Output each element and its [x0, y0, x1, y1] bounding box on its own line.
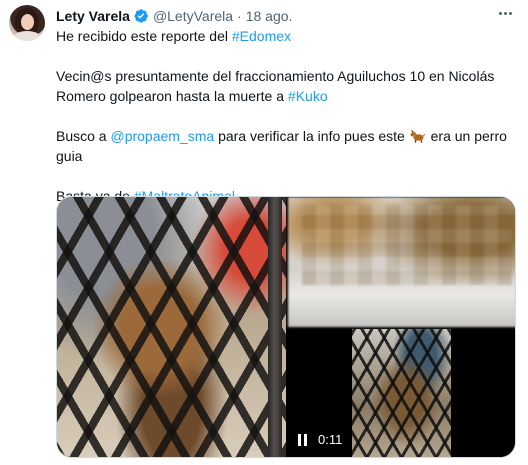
media-photo-blurred[interactable]	[288, 197, 515, 327]
para3-before: Busco a	[56, 128, 111, 144]
separator-dot: ·	[237, 8, 242, 24]
video-timestamp: 0:11	[318, 432, 343, 447]
fence-overlay	[57, 197, 286, 457]
more-dot	[503, 11, 507, 15]
fence-overlay	[352, 329, 451, 457]
author-name[interactable]: Lety Varela	[56, 8, 130, 24]
tweet-date[interactable]: 18 ago.	[246, 8, 293, 24]
more-dot	[508, 11, 512, 15]
video-frame	[352, 329, 451, 457]
avatar-body	[13, 31, 41, 41]
hashtag-edomex[interactable]: #Edomex	[232, 28, 291, 44]
dog-emoji-icon	[410, 129, 426, 143]
para3-middle: para verificar la info pues este	[214, 128, 409, 144]
avatar-face	[21, 14, 34, 30]
line1-text: He recibido este reporte del	[56, 28, 232, 44]
mention-propaem-sma[interactable]: @propaem_sma	[110, 128, 214, 144]
hashtag-kuko[interactable]: #Kuko	[288, 88, 328, 104]
pause-bar	[304, 433, 307, 446]
verified-badge-icon	[134, 9, 148, 23]
tweet-paragraph-2: Vecin@s presuntamente del fraccionamient…	[56, 66, 516, 106]
tweet-paragraph-3: Busco a @propaem_sma para verificar la i…	[56, 126, 516, 166]
author-handle[interactable]: @LetyVarela	[153, 8, 233, 24]
tweet-header: Lety Varela @LetyVarela · 18 ago.	[56, 6, 508, 26]
blur-mosaic	[302, 205, 512, 285]
media-video[interactable]: 0:11	[288, 329, 515, 457]
tweet-line-1: He recibido este reporte del #Edomex	[56, 26, 516, 46]
more-dot	[498, 11, 502, 15]
fence-post	[268, 197, 282, 457]
pause-icon[interactable]	[298, 433, 310, 446]
video-controls: 0:11	[298, 432, 342, 447]
tweet-text: He recibido este reporte del #Edomex Vec…	[56, 26, 516, 206]
more-options-icon[interactable]	[494, 3, 516, 23]
tweet: Lety Varela @LetyVarela · 18 ago. He rec…	[0, 0, 528, 465]
para2-text: Vecin@s presuntamente del fraccionamient…	[56, 68, 495, 104]
media-grid: 0:11	[56, 196, 516, 458]
avatar[interactable]	[9, 5, 45, 41]
pause-bar	[298, 433, 301, 446]
media-photo-dog-behind-fence[interactable]	[57, 197, 286, 457]
